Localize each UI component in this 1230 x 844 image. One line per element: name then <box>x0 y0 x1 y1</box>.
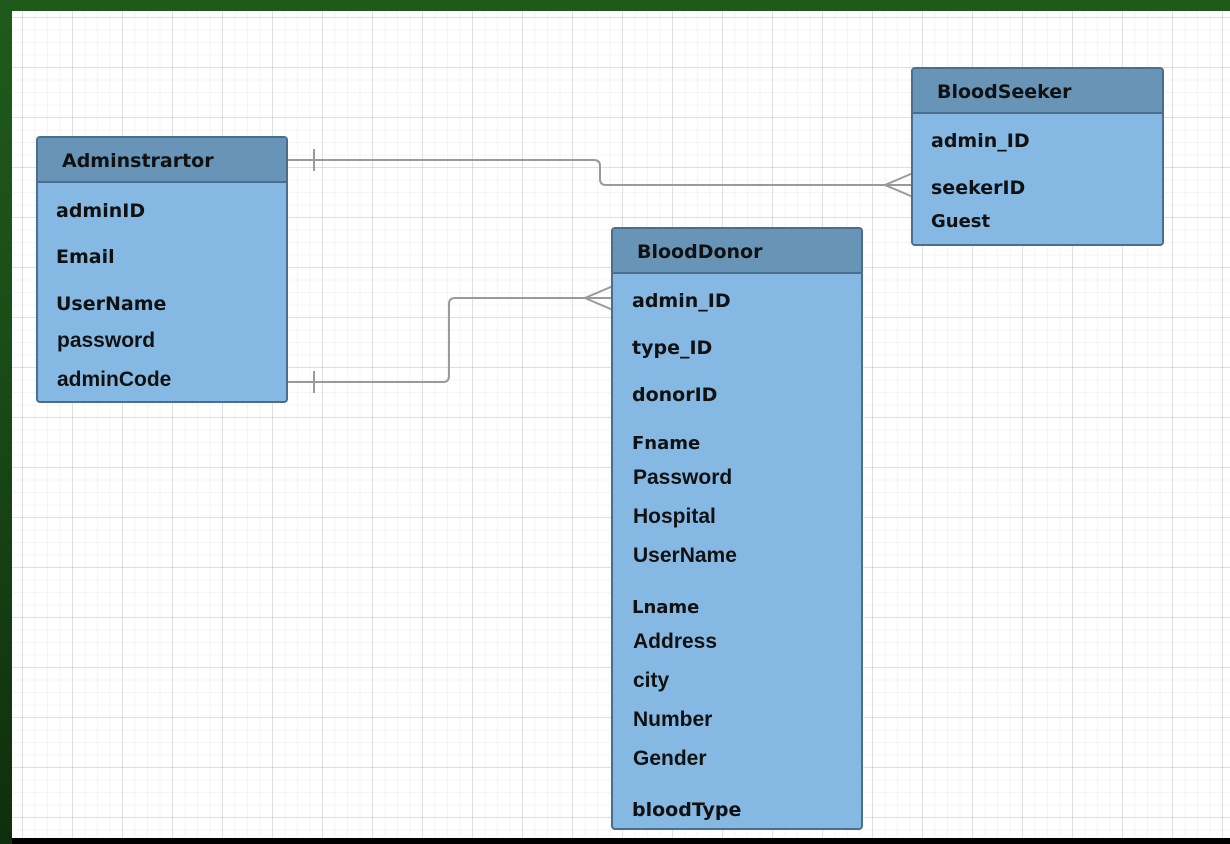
connector-line <box>287 159 913 186</box>
entity-header: BloodSeeker <box>913 69 1162 114</box>
entity-title: BloodDonor <box>637 241 763 263</box>
connector-line <box>287 297 613 383</box>
attribute: Password <box>633 466 733 489</box>
attribute: Fname <box>632 433 701 454</box>
relationship-admin-donor[interactable] <box>287 285 614 393</box>
attribute: Email <box>56 246 115 268</box>
relationship-admin-seeker[interactable] <box>287 149 914 198</box>
attribute: Lname <box>632 597 700 618</box>
entity-header: Adminstrartor <box>38 138 286 183</box>
entity-title: BloodSeeker <box>937 81 1072 103</box>
attribute: seekerID <box>931 177 1026 199</box>
attribute: Hospital <box>633 505 716 528</box>
entity-bloodseeker[interactable]: BloodSeeker admin_ID seekerID Guest <box>911 67 1164 246</box>
attribute: UserName <box>633 544 737 567</box>
entity-title: Adminstrartor <box>62 150 214 172</box>
attribute: Guest <box>931 211 991 232</box>
entity-administrator[interactable]: Adminstrartor adminID Email UserName pas… <box>36 136 288 403</box>
attribute: bloodType <box>632 799 742 821</box>
attribute: city <box>633 669 670 692</box>
attribute: password <box>57 329 156 352</box>
attribute: type_ID <box>632 337 713 359</box>
attribute: adminCode <box>57 368 172 391</box>
attribute: UserName <box>56 293 167 315</box>
entity-blooddonor[interactable]: BloodDonor admin_ID type_ID donorID Fnam… <box>611 227 863 830</box>
attribute: donorID <box>632 384 718 406</box>
attribute: Number <box>633 708 713 731</box>
attribute: Address <box>633 630 718 653</box>
attribute: adminID <box>56 200 146 222</box>
attribute: Gender <box>633 747 707 770</box>
entity-header: BloodDonor <box>613 229 861 274</box>
attribute: admin_ID <box>632 290 731 312</box>
attribute: admin_ID <box>931 130 1030 152</box>
